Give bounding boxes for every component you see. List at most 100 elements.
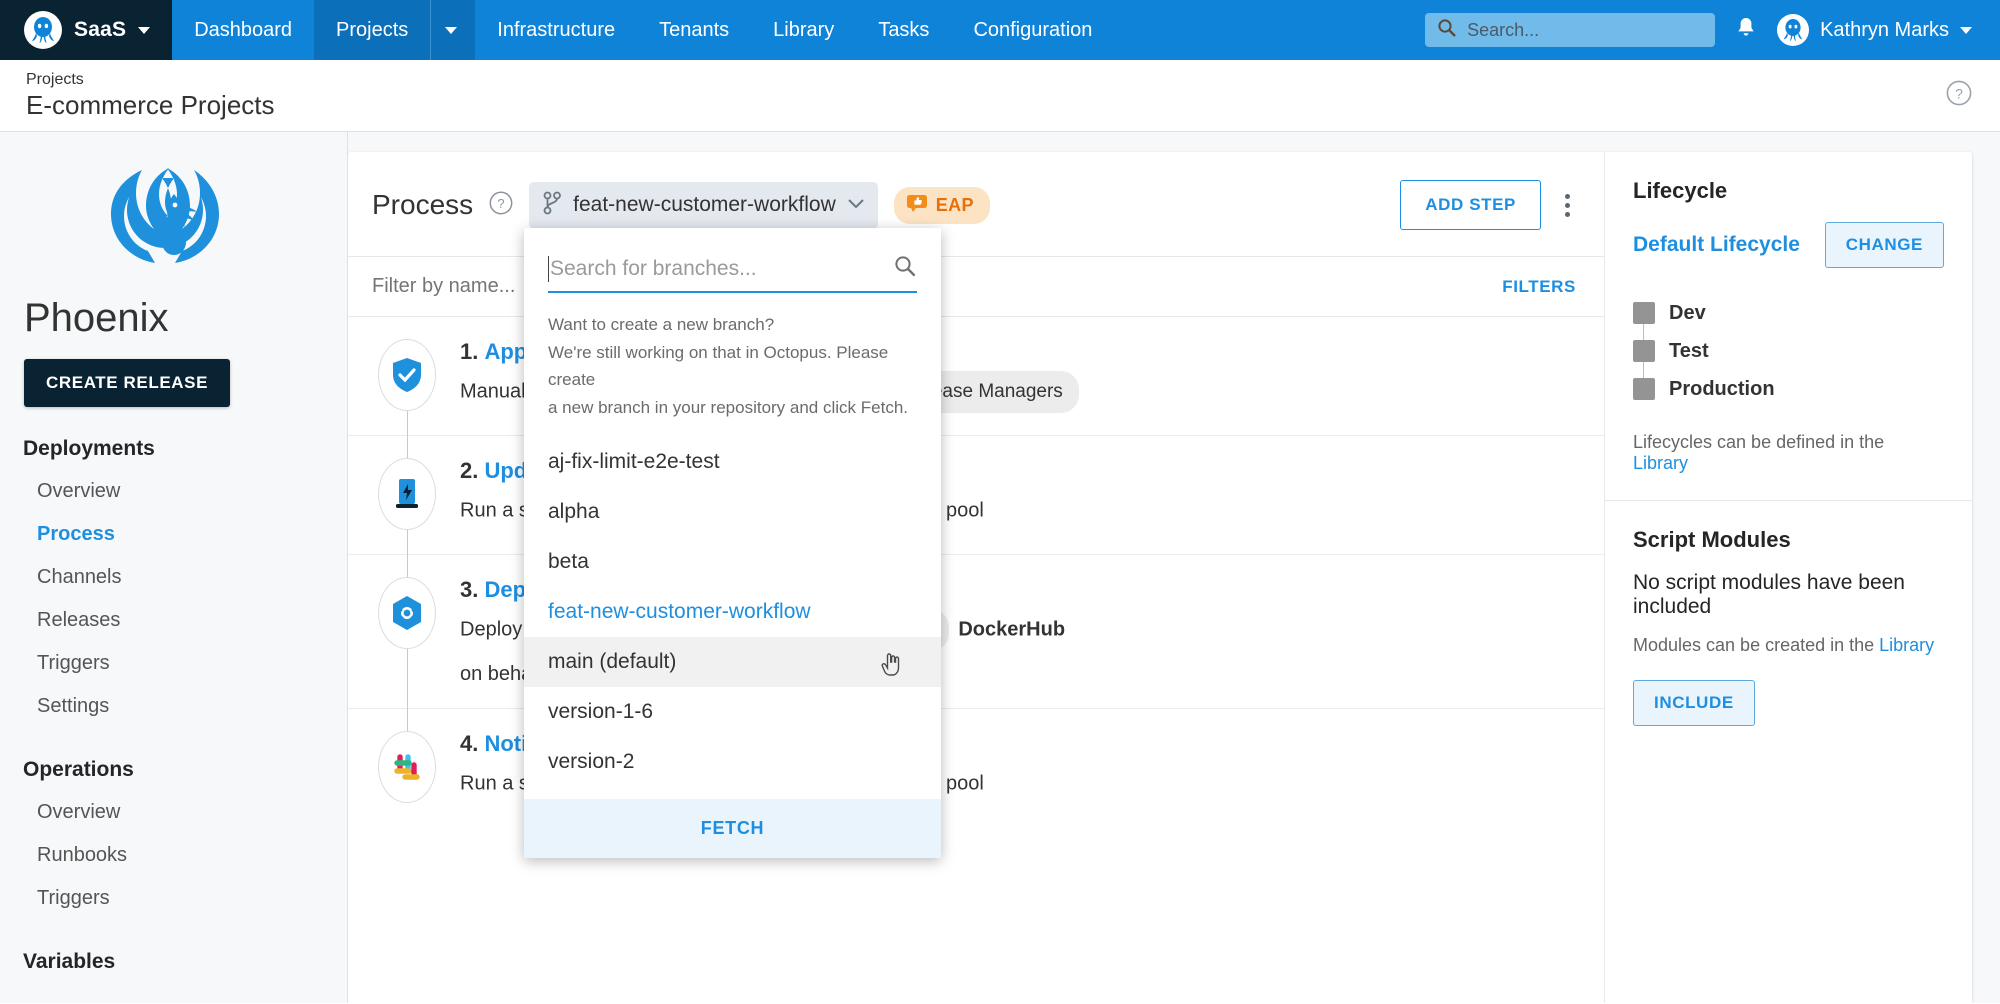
change-lifecycle-button[interactable]: CHANGE [1824,222,1944,268]
step-connector [407,411,408,459]
sidebar-item-settings[interactable]: Settings [0,685,347,728]
nav-item-projects-dropdown[interactable] [430,0,476,60]
help-circle-icon[interactable]: ? [489,191,513,220]
step-number: 2. [460,458,479,483]
fetch-branches-button[interactable]: FETCH [524,799,941,859]
process-heading: Process [372,189,474,220]
step-connector [407,530,408,578]
step-desc-suffix: pool [945,499,984,522]
branch-dropdown-panel: Want to create a new branch? We're still… [524,228,941,859]
nav-item-configuration[interactable]: Configuration [951,0,1114,60]
library-link[interactable]: Library [1633,453,1688,473]
sidebar-group-operations: Operations [23,758,134,781]
lifecycle-row: Default Lifecycle CHANGE [1633,222,1944,268]
nav-label: Library [773,18,835,41]
branch-option-feat-new-customer-workflow[interactable]: feat-new-customer-workflow [524,587,941,637]
environment-item: Dev [1633,294,1944,332]
sidebar-item-deployments-overview[interactable]: Overview [0,470,347,513]
filters-toggle[interactable]: FILTERS [1502,277,1604,297]
nav-item-projects[interactable]: Projects [314,0,431,60]
nav-item-dashboard[interactable]: Dashboard [172,0,314,60]
step-icon-column [376,458,438,578]
chevron-down-icon [138,26,151,34]
branch-option-main-default[interactable]: main (default) [524,637,941,688]
step-desc-suffix: pool [945,772,984,795]
branch-option-version-2[interactable]: version-2 [524,737,941,787]
user-menu-button[interactable]: Kathryn Marks [1777,14,1972,46]
script-modules-note: Modules can be created in the Library [1633,635,1944,656]
environment-swatch-icon [1633,378,1655,400]
step-icon-column [376,577,438,732]
search-icon[interactable] [893,254,917,283]
global-search[interactable]: Search... [1425,13,1716,47]
brand-home-button[interactable]: SaaS [0,0,173,60]
nav-item-tasks[interactable]: Tasks [856,0,951,60]
kebab-menu-icon[interactable] [1555,188,1580,223]
branch-option-version-1-6[interactable]: version-1-6 [524,687,941,737]
hint-line-2: We're still working on that in Octopus. … [548,342,889,390]
help-circle-icon[interactable]: ? [1946,80,1972,111]
manual-intervention-check-icon [378,339,436,411]
thumbs-up-icon [906,193,928,218]
lifecycle-name-link[interactable]: Default Lifecycle [1633,233,1800,257]
branch-create-hint: Want to create a new branch? We're still… [524,293,941,437]
environment-item: Production [1633,370,1944,408]
breadcrumb-parent[interactable]: Projects [26,71,275,89]
main-area: Phoenix CREATE RELEASE Deployments Overv… [0,132,2000,1003]
script-modules-note-text: Modules can be created in the [1633,635,1880,655]
nav-item-library[interactable]: Library [751,0,856,60]
sidebar-group-variables[interactable]: Variables [0,920,347,983]
branch-option-label: main (default) [548,650,677,674]
sidebar-item-operations-triggers[interactable]: Triggers [0,877,347,920]
search-icon [1437,18,1457,43]
top-navigation-bar: SaaS Dashboard Projects Infrastructure T… [0,0,2000,60]
step-number: 1. [460,339,479,364]
branch-search-input[interactable] [548,255,893,282]
create-release-button[interactable]: CREATE RELEASE [24,359,231,407]
bell-icon[interactable] [1735,16,1757,45]
primary-nav-items: Dashboard Projects Infrastructure Tenant… [172,0,1114,60]
lifecycle-heading: Lifecycle [1633,178,1728,203]
branch-option-beta[interactable]: beta [524,537,941,587]
lifecycle-note-text: Lifecycles can be defined in the [1633,432,1885,452]
svg-text:?: ? [498,195,505,210]
environment-swatch-icon [1633,340,1655,362]
branch-search-row [548,254,917,293]
branch-option-aj-fix-limit-e2e-test[interactable]: aj-fix-limit-e2e-test [524,437,941,487]
chevron-down-icon [1960,26,1972,34]
svg-text:?: ? [1955,85,1963,101]
octopus-logo-icon [24,11,62,49]
library-link[interactable]: Library [1879,635,1934,655]
add-step-button[interactable]: ADD STEP [1400,180,1541,230]
nav-item-infrastructure[interactable]: Infrastructure [475,0,637,60]
lifecycle-section: Lifecycle Default Lifecycle CHANGE Dev T… [1605,152,1972,500]
process-side-panel: Lifecycle Default Lifecycle CHANGE Dev T… [1604,152,1972,1003]
branch-option-alpha[interactable]: alpha [524,487,941,537]
script-run-icon [378,458,436,530]
environment-name: Test [1669,339,1709,362]
sidebar-item-runbooks[interactable]: Runbooks [0,834,347,877]
include-script-module-button[interactable]: INCLUDE [1633,680,1755,726]
lifecycle-note: Lifecycles can be defined in the Library [1633,432,1944,474]
environment-name: Dev [1669,301,1706,324]
breadcrumb: Projects E-commerce Projects [26,71,275,121]
sidebar-item-channels[interactable]: Channels [0,556,347,599]
step-icon-column [376,731,438,805]
step-number: 4. [460,731,479,756]
sidebar-group-deployments: Deployments [23,437,155,460]
sidebar-item-releases[interactable]: Releases [0,599,347,642]
project-sidebar: Phoenix CREATE RELEASE Deployments Overv… [0,132,348,1003]
nav-label: Dashboard [194,18,293,41]
eap-badge[interactable]: EAP [893,186,990,224]
chevron-down-icon [848,196,864,214]
sidebar-item-operations-overview[interactable]: Overview [0,791,347,834]
environment-item: Test [1633,332,1944,370]
brand-name: SaaS [74,18,127,41]
process-header-actions: ADD STEP [1400,180,1580,230]
branch-selector-value: feat-new-customer-workflow [573,193,836,216]
nav-item-tenants[interactable]: Tenants [637,0,751,60]
branch-selector-button[interactable]: feat-new-customer-workflow [529,181,878,229]
sidebar-item-deployments-triggers[interactable]: Triggers [0,642,347,685]
hint-line-1: Want to create a new branch? [548,315,775,334]
sidebar-item-process[interactable]: Process [0,513,347,556]
